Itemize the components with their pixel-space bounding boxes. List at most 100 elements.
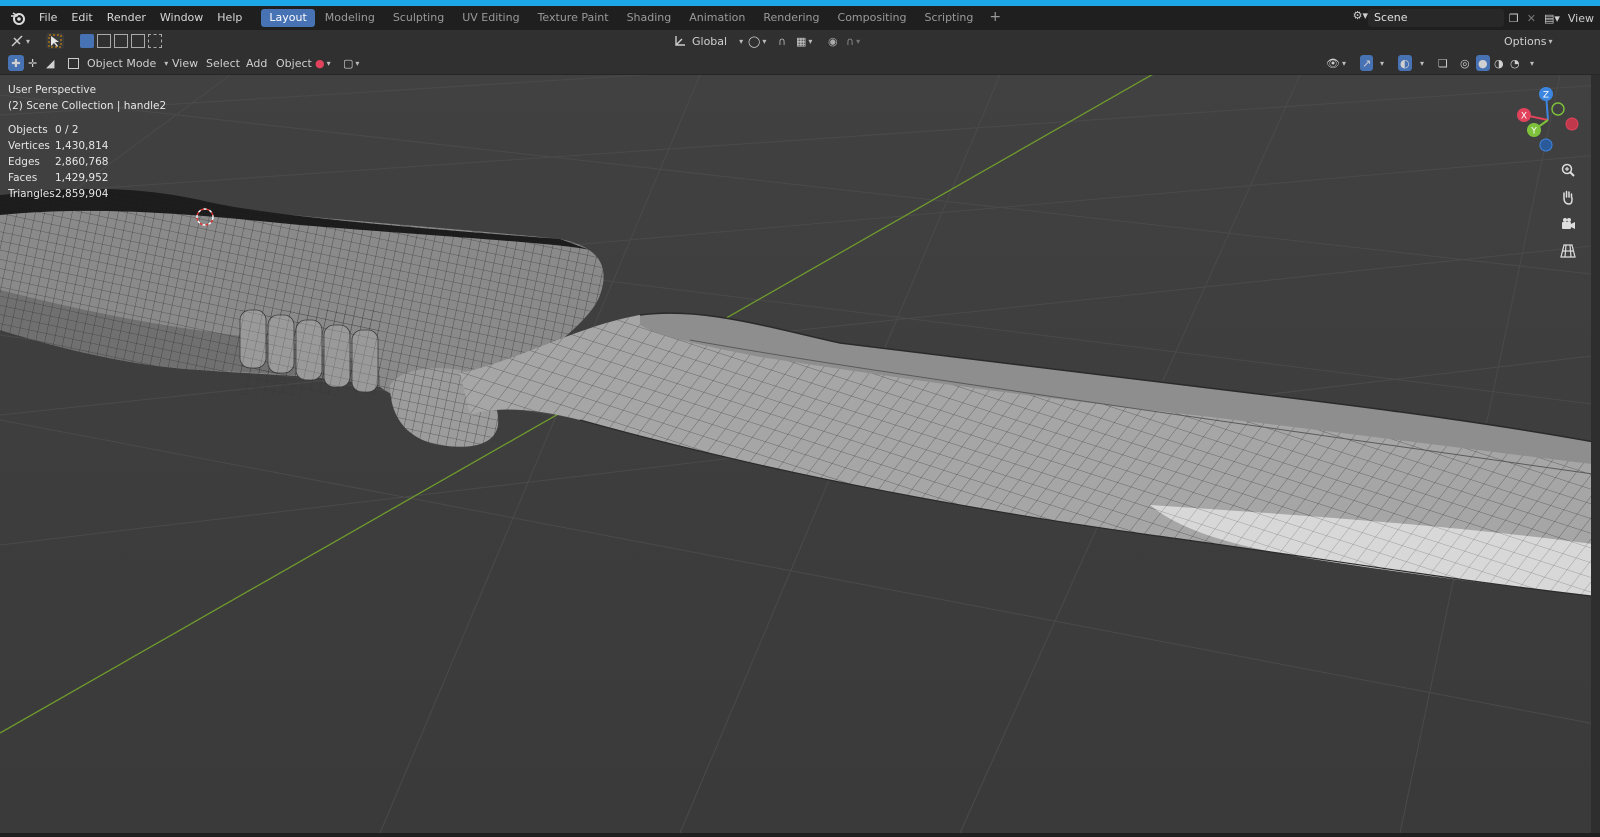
select-invert-icon[interactable]: [131, 34, 145, 48]
gizmo-z-label: Z: [1543, 91, 1549, 101]
transform-orientation-dropdown[interactable]: Global ▾: [673, 33, 743, 49]
wireframe-sphere-icon: ◎: [1460, 56, 1470, 70]
new-scene-icon[interactable]: ❐: [1509, 12, 1519, 25]
object-mode-dropdown[interactable]: Object Mode ▾: [68, 55, 168, 71]
status-bar: [0, 833, 1600, 837]
tab-scripting[interactable]: Scripting: [916, 9, 981, 27]
scene-statistics: Objects 0 / 2 Vertices 1,430,814 Edges 2,86…: [8, 122, 108, 202]
gpencil-dropdown[interactable]: ● ▾: [315, 55, 331, 71]
select-intersect-icon[interactable]: [148, 34, 162, 48]
tab-compositing[interactable]: Compositing: [830, 9, 915, 27]
pivot-icon: ◯: [748, 34, 761, 48]
gizmo-neg-y[interactable]: [1551, 102, 1565, 116]
proportional-falloff-dropdown[interactable]: ∩ ▾: [846, 33, 860, 49]
gizmo-neg-z[interactable]: [1539, 138, 1553, 152]
editor-type-icon[interactable]: ▾: [10, 33, 30, 49]
view-layer-icon[interactable]: ▤▾: [1544, 12, 1560, 25]
blender-logo-icon[interactable]: [8, 8, 28, 28]
sidebar-collapsed-edge[interactable]: [1591, 75, 1600, 833]
tab-texture-paint[interactable]: Texture Paint: [530, 9, 617, 27]
proportional-edit-toggle[interactable]: ◉: [828, 33, 838, 49]
scene-selector-icon[interactable]: ⚙▾: [1353, 9, 1368, 22]
overlays-toggle[interactable]: ◐: [1398, 55, 1412, 71]
tab-rendering[interactable]: Rendering: [755, 9, 827, 27]
delete-scene-icon[interactable]: ✕: [1527, 12, 1536, 25]
select-tool-icon[interactable]: [46, 33, 64, 49]
view-layer-label[interactable]: View: [1568, 12, 1594, 25]
eye-icon: 👁: [1326, 56, 1340, 70]
3d-viewport[interactable]: [0, 75, 1600, 833]
selection-mode-group: [80, 33, 162, 49]
gizmo-neg-x[interactable]: [1565, 117, 1579, 131]
snap-grid-icon: ▦: [796, 34, 807, 48]
tab-uv-editing[interactable]: UV Editing: [454, 9, 527, 27]
annotation-dropdown[interactable]: ▢ ▾: [343, 55, 359, 71]
stat-row-vertices: Vertices 1,430,814: [8, 140, 109, 152]
viewport-info: User Perspective (2) Scene Collection | …: [8, 82, 166, 114]
collection-label: (2) Scene Collection | handle2: [8, 100, 167, 112]
stat-row-triangles: Triangles 2,859,904: [8, 188, 109, 200]
top-menubar: File Edit Render Window Help Layout Mode…: [0, 6, 1600, 30]
add-workspace-icon[interactable]: +: [983, 9, 1007, 27]
shading-material-button[interactable]: ◑: [1494, 55, 1504, 71]
shading-options-dropdown[interactable]: ▾: [1528, 55, 1534, 71]
tab-sculpting[interactable]: Sculpting: [385, 9, 452, 27]
options-label: Options: [1504, 34, 1547, 48]
move-tool-icon[interactable]: ✚: [8, 55, 24, 71]
perspective-toggle-icon[interactable]: [1556, 239, 1580, 263]
select-subtract-icon[interactable]: [114, 34, 128, 48]
gizmo-dropdown[interactable]: ▾: [1378, 55, 1384, 71]
orientation-icon: [675, 36, 685, 46]
zoom-icon[interactable]: [1556, 158, 1580, 182]
menu-render[interactable]: Render: [100, 6, 153, 30]
menu-edit[interactable]: Edit: [64, 6, 99, 30]
solid-sphere-icon: ●: [1478, 56, 1488, 70]
cursor-tool-icon[interactable]: ◢: [46, 55, 54, 71]
tab-layout[interactable]: Layout: [261, 9, 315, 27]
xray-toggle[interactable]: ❏: [1438, 55, 1448, 71]
select-extend-icon[interactable]: [97, 34, 111, 48]
menu-help[interactable]: Help: [210, 6, 249, 30]
tool-header: ▾ Global ▾ ◯ ▾ ∩ ▦ ▾ ◉ ∩ ▾ Options ▾: [0, 30, 1600, 52]
tab-shading[interactable]: Shading: [619, 9, 680, 27]
shading-solid-button[interactable]: ●: [1476, 55, 1490, 71]
overlays-dropdown[interactable]: ▾: [1418, 55, 1424, 71]
object-mode-icon: [68, 57, 79, 69]
menu-file[interactable]: File: [32, 6, 64, 30]
select-new-icon[interactable]: [80, 34, 94, 48]
shading-rendered-button[interactable]: ◔: [1510, 55, 1520, 71]
gizmo-x-label: X: [1521, 112, 1527, 122]
viewport-scene: [0, 75, 1600, 833]
object-mode-label: Object Mode: [87, 56, 157, 70]
gizmo-arrows-icon: ↗: [1362, 56, 1372, 70]
transform-gizmo-icon[interactable]: ✛: [28, 55, 37, 71]
menu-view[interactable]: View: [172, 55, 198, 71]
tab-animation[interactable]: Animation: [681, 9, 753, 27]
perspective-label: User Perspective: [8, 84, 97, 96]
tab-modeling[interactable]: Modeling: [317, 9, 383, 27]
pivot-point-dropdown[interactable]: ◯ ▾: [748, 33, 766, 49]
shading-wireframe-button[interactable]: ◎: [1460, 55, 1470, 71]
snap-target-dropdown[interactable]: ▦ ▾: [796, 33, 812, 49]
menu-window[interactable]: Window: [153, 6, 210, 30]
navigation-gizmo[interactable]: Z X Y: [1510, 82, 1590, 154]
visibility-dropdown[interactable]: 👁 ▾: [1326, 55, 1346, 71]
orientation-label: Global: [692, 34, 728, 48]
pan-hand-icon[interactable]: [1556, 185, 1580, 209]
magnet-icon: ∩: [778, 34, 787, 48]
snap-toggle[interactable]: ∩: [778, 33, 786, 49]
rendered-sphere-icon: ◔: [1510, 56, 1520, 70]
menu-object[interactable]: Object: [276, 55, 312, 71]
workspace-tabs: Layout Modeling Sculpting UV Editing Tex…: [261, 9, 1007, 27]
options-dropdown[interactable]: Options ▾: [1504, 33, 1552, 49]
falloff-curve-icon: ∩: [846, 34, 855, 48]
menu-select[interactable]: Select: [206, 55, 240, 71]
menu-add[interactable]: Add: [246, 55, 267, 71]
scene-name-field[interactable]: Scene: [1368, 9, 1504, 27]
xray-icon: ❏: [1438, 56, 1448, 70]
camera-view-icon[interactable]: [1556, 212, 1580, 236]
stat-row-objects: Objects 0 / 2: [8, 124, 79, 136]
gizmo-toggle[interactable]: ↗: [1360, 55, 1374, 71]
gpencil-icon: ●: [315, 56, 325, 70]
proportional-icon: ◉: [828, 34, 838, 48]
